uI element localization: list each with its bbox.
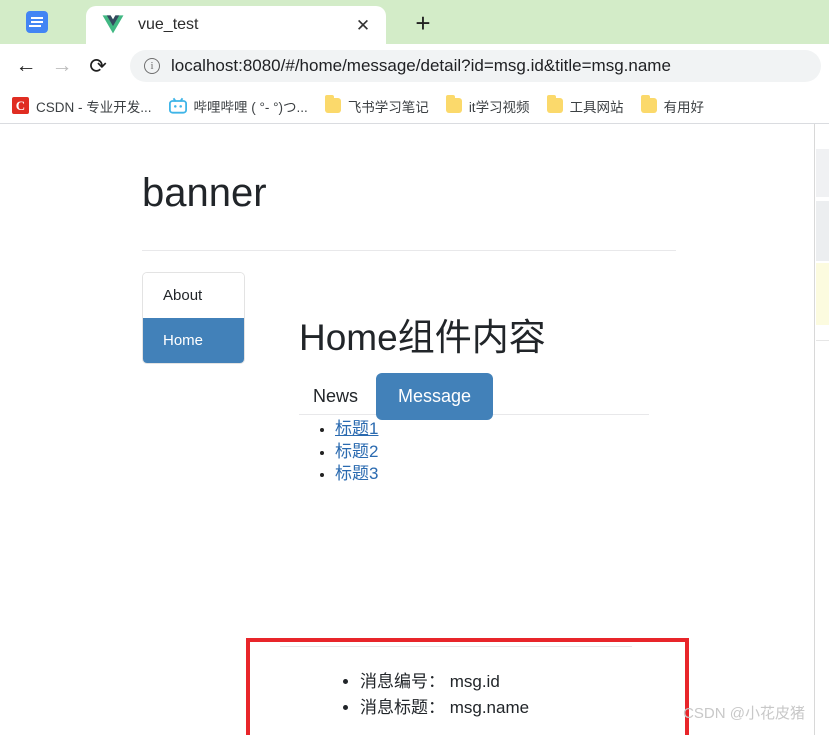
page-container: banner About Home Home组件内容 News Message [142,124,676,486]
bookmark-item[interactable]: 哔哩哔哩 ( °- °)つ... [168,96,308,116]
page-title: banner [142,171,267,215]
detail-title: 消息标题： msg.name [360,695,529,721]
bookmark-item[interactable]: 飞书学习笔记 [324,95,429,116]
tab-strip: vue_test ✕ + [0,0,829,44]
list-item: 标题1 [335,418,676,441]
bookmarks-bar: C CSDN - 专业开发... 哔哩哔哩 ( °- °)つ... 飞书学习笔记… [0,88,829,124]
close-icon[interactable]: ✕ [350,12,376,38]
vue-logo-icon [102,15,124,34]
sidebar-item-about[interactable]: About [143,273,244,318]
address-bar[interactable]: i localhost:8080/#/home/message/detail?i… [130,50,821,82]
bookmark-label: CSDN - 专业开发... [36,99,152,115]
divider [280,646,632,647]
message-link[interactable]: 标题2 [335,442,378,461]
list-item: 标题3 [335,463,676,486]
new-tab-button[interactable]: + [408,8,438,38]
watermark: CSDN @小花皮猪 [683,705,805,722]
bookmark-label: 飞书学习笔记 [347,99,429,115]
background-block [816,201,829,261]
tab-message[interactable]: Message [376,373,494,420]
folder-icon [640,95,657,113]
sidebar-nav: About Home [142,272,245,364]
bookmark-label: 工具网站 [569,99,624,115]
folder-icon [546,95,563,113]
sidebar-item-home[interactable]: Home [143,318,244,363]
content-heading: Home组件内容 [299,317,546,358]
document-icon [26,11,48,33]
reload-icon[interactable]: ⟳ [80,48,116,84]
bookmark-item[interactable]: 工具网站 [546,95,624,116]
list-item: 标题2 [335,441,676,464]
bookmark-label: 哔哩哔哩 ( °- °)つ... [193,99,308,115]
message-list: 标题1 标题2 标题3 [335,418,676,486]
divider [142,250,676,251]
message-link[interactable]: 标题3 [335,464,378,483]
detail-highlight-box: 消息编号： msg.id 消息标题： msg.name [246,638,689,735]
forward-icon[interactable]: → [44,48,80,84]
message-link[interactable]: 标题1 [335,419,378,438]
content-tabs: News Message [299,373,676,420]
detail-list: 消息编号： msg.id 消息标题： msg.name [360,669,529,721]
browser-window: vue_test ✕ + ← → ⟳ i localhost:8080/#/ho… [0,0,829,735]
page-viewport: banner About Home Home组件内容 News Message [0,124,829,735]
detail-id: 消息编号： msg.id [360,669,529,695]
folder-icon [445,95,462,113]
background-block [816,263,829,325]
bookmark-item[interactable]: 有用好 [640,95,705,116]
bookmark-label: 有用好 [663,99,705,115]
tab-news[interactable]: News [299,377,376,416]
background-block [816,149,829,197]
bookmark-item[interactable]: it学习视频 [445,95,530,116]
info-circle-icon[interactable]: i [144,58,160,74]
csdn-favicon: C [12,97,29,114]
background-block [816,340,829,341]
content-row: About Home Home组件内容 News Message 标题1 [142,272,676,486]
url-text: localhost:8080/#/home/message/detail?id=… [171,56,671,75]
main-content: Home组件内容 News Message 标题1 标题2 [299,272,676,486]
tab-title: vue_test [138,16,199,33]
browser-toolbar: ← → ⟳ i localhost:8080/#/home/message/de… [0,44,829,88]
detail-panel: 消息编号： msg.id 消息标题： msg.name [250,642,685,735]
back-icon[interactable]: ← [8,48,44,84]
browser-tab[interactable]: vue_test ✕ [86,6,386,44]
bookmark-item[interactable]: C CSDN - 专业开发... [12,96,152,116]
bookmark-label: it学习视频 [468,99,530,115]
background-window-edge [814,124,829,735]
bilibili-favicon [168,97,187,114]
folder-icon [324,95,341,113]
